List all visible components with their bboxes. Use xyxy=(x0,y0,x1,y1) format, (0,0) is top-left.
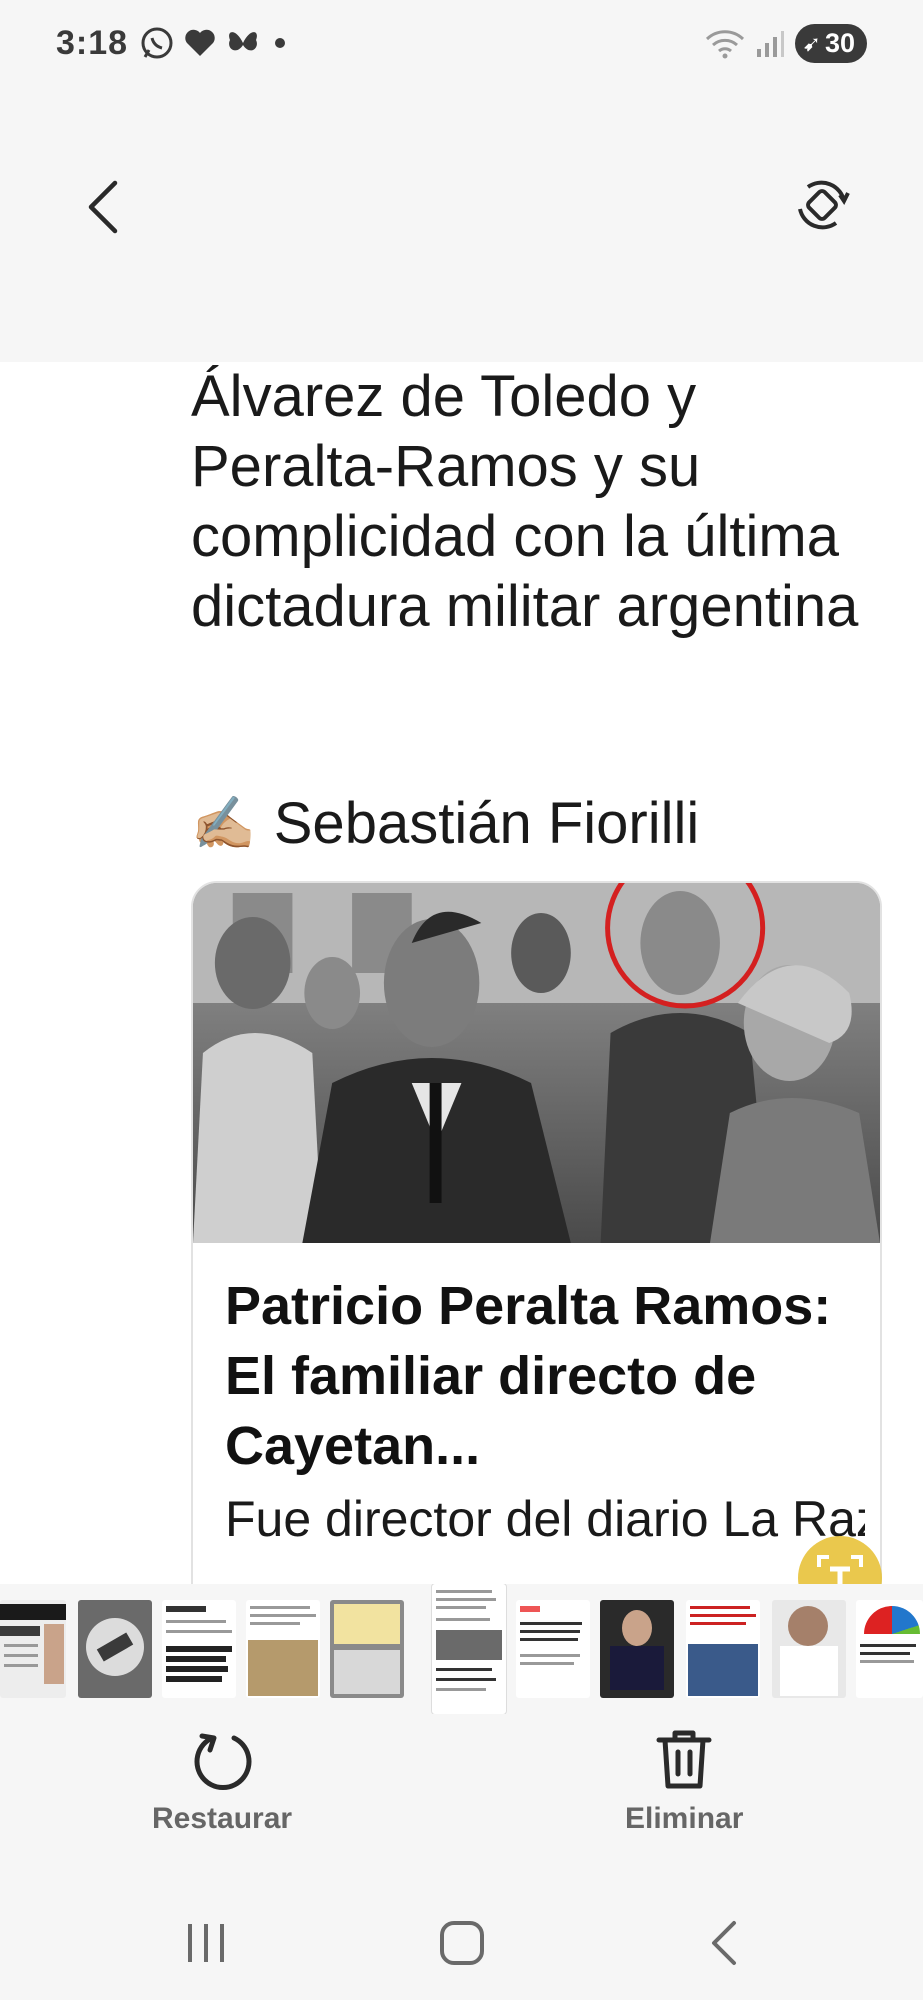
restore-label: Restaurar xyxy=(152,1802,293,1835)
recents-button[interactable] xyxy=(166,1908,246,1978)
restore-button[interactable]: Restaurar xyxy=(152,1728,292,1836)
thumbnail[interactable] xyxy=(856,1600,923,1698)
signal-icon xyxy=(756,30,784,57)
back-icon xyxy=(712,1921,736,1965)
recents-icon xyxy=(188,1924,224,1962)
thumbnail[interactable] xyxy=(600,1600,674,1698)
rotate-button[interactable] xyxy=(787,170,857,240)
back-button[interactable] xyxy=(72,172,132,242)
thumbnail[interactable] xyxy=(686,1600,760,1698)
dot-icon xyxy=(275,38,285,48)
author-name: Sebastián Fiorilli xyxy=(273,791,700,856)
card-description: Fue director del diario La Razón de Arge… xyxy=(225,1491,865,1547)
battery-level: 30 xyxy=(824,28,855,58)
thumbnail[interactable] xyxy=(772,1600,846,1698)
article-photo xyxy=(193,883,880,1243)
wifi-icon xyxy=(705,29,744,58)
card-title: Patricio Peralta Ramos: El familiar dire… xyxy=(225,1276,832,1476)
thumbnail[interactable] xyxy=(0,1600,66,1698)
thumbnail[interactable] xyxy=(330,1600,404,1698)
thumbnail[interactable] xyxy=(162,1600,236,1698)
delete-button[interactable]: Eliminar xyxy=(625,1728,743,1836)
article-headline: Álvarez de Toledo y Peralta-Ramos y su c… xyxy=(191,364,859,639)
status-time: 3:18 xyxy=(56,24,129,62)
system-nav-bar xyxy=(0,1884,923,2000)
butterfly-icon xyxy=(229,32,257,51)
home-icon xyxy=(440,1921,484,1965)
top-toolbar xyxy=(0,90,923,362)
restore-icon xyxy=(194,1733,252,1791)
bottom-actions: Restaurar Eliminar xyxy=(0,1714,923,1884)
status-bar: 3:18 ➹ 30 xyxy=(0,0,923,90)
thumbnail-selected[interactable] xyxy=(432,1584,506,1714)
delete-label: Eliminar xyxy=(625,1802,744,1835)
system-icons: ➹ 30 xyxy=(705,24,867,63)
thumbnail-strip[interactable] xyxy=(0,1584,923,1714)
heart-icon xyxy=(185,29,215,56)
trash-icon xyxy=(656,1730,712,1789)
chevron-left-icon xyxy=(88,180,118,234)
thumbnail[interactable] xyxy=(516,1600,590,1698)
rotate-icon xyxy=(798,180,850,230)
thumbnail[interactable] xyxy=(78,1600,152,1698)
whatsapp-icon xyxy=(141,27,173,59)
writing-hand-icon: ✍🏼 xyxy=(191,795,256,853)
link-preview-card[interactable]: Patricio Peralta Ramos: El familiar dire… xyxy=(191,881,882,1584)
author-row: ✍🏼 Sebastián Fiorilli xyxy=(191,790,699,857)
home-button[interactable] xyxy=(422,1908,502,1978)
battery-icon: ➹ 30 xyxy=(794,24,867,63)
nav-back-button[interactable] xyxy=(684,1908,764,1978)
thumbnail[interactable] xyxy=(246,1600,320,1698)
screenshot-content: Álvarez de Toledo y Peralta-Ramos y su c… xyxy=(0,362,923,1584)
notification-icons xyxy=(140,26,290,60)
